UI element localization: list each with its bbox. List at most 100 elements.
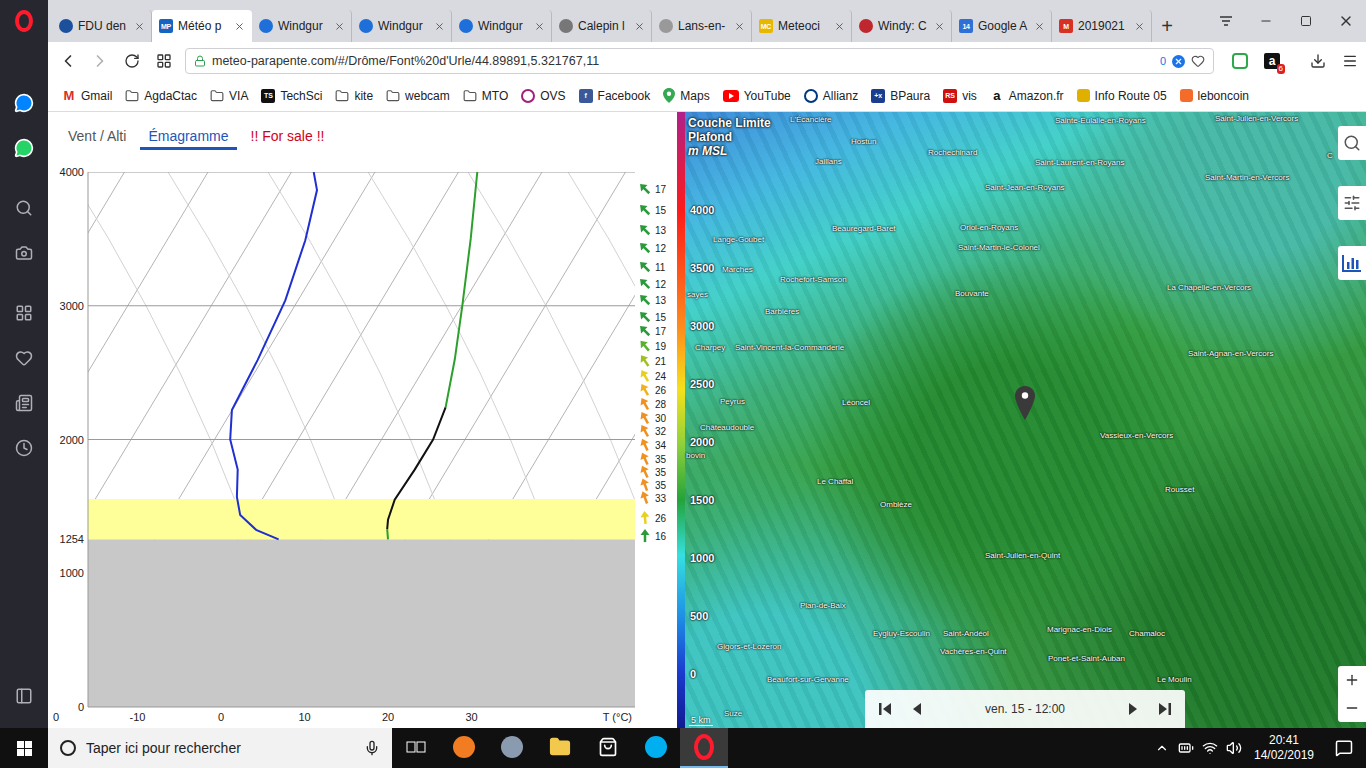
step-back-icon[interactable] (908, 702, 924, 716)
close-icon[interactable] (334, 21, 345, 32)
search-button[interactable] (0, 185, 48, 230)
sidebar-toggle[interactable] (0, 673, 48, 718)
step-forward-icon[interactable] (1126, 702, 1142, 716)
close-icon[interactable] (434, 21, 445, 32)
map[interactable]: 40003500300025002000150010005000L'Écanci… (677, 112, 1366, 728)
browser-tab[interactable]: 14Google A (952, 10, 1052, 42)
bookmark[interactable]: leboncoin (1180, 89, 1249, 103)
task-view-button[interactable] (392, 728, 440, 768)
close-icon[interactable] (534, 21, 545, 32)
close-icon[interactable] (934, 21, 945, 32)
page-tab[interactable]: !! For sale !! (243, 124, 333, 150)
first-step-button[interactable] (875, 698, 897, 720)
bookmark[interactable]: MTO (463, 89, 508, 103)
amazon-extension[interactable]: a6 (1256, 45, 1288, 77)
close-icon[interactable] (1134, 21, 1145, 32)
maximize-button[interactable] (1286, 0, 1326, 42)
close-icon[interactable] (1034, 21, 1045, 32)
tray-expand[interactable] (1150, 728, 1174, 768)
skip-last-icon[interactable] (1156, 702, 1172, 716)
news-button[interactable] (0, 380, 48, 425)
taskbar-search[interactable]: Taper ici pour rechercher (48, 728, 392, 768)
bookmark[interactable]: OVS (521, 89, 565, 103)
snapshot-button[interactable] (0, 230, 48, 275)
bookmark[interactable]: AgdaCtac (125, 89, 197, 103)
bookmark[interactable]: kite (335, 89, 373, 103)
browser-tab[interactable]: Lans-en- (652, 10, 752, 42)
easy-setup-button[interactable] (1334, 45, 1366, 77)
browser-tab[interactable]: MCMeteoci (752, 10, 852, 42)
speed-dial-button[interactable] (148, 45, 180, 77)
extension-button[interactable] (1224, 45, 1256, 77)
volume-indicator[interactable] (1222, 728, 1246, 768)
back-button[interactable] (52, 45, 84, 77)
app-button[interactable] (488, 728, 536, 768)
browser-tab[interactable]: FDU den (52, 10, 152, 42)
opera-app[interactable] (680, 728, 728, 768)
firefox-app[interactable] (440, 728, 488, 768)
network-indicator[interactable] (1198, 728, 1222, 768)
heart-icon[interactable] (1191, 54, 1205, 68)
bookmark[interactable]: Info Route 05 (1077, 89, 1167, 103)
mic-icon[interactable] (364, 740, 380, 756)
opera-logo[interactable] (0, 0, 48, 42)
browser-tab[interactable]: Calepin l (552, 10, 652, 42)
prev-step-button[interactable] (905, 698, 927, 720)
whatsapp-button[interactable] (0, 125, 48, 170)
map-search-button[interactable] (1338, 126, 1366, 160)
bookmark[interactable]: YouTube (723, 89, 791, 103)
zoom-out-button[interactable] (1338, 694, 1366, 722)
bookmark[interactable]: Maps (663, 88, 709, 103)
address-field[interactable]: meteo-parapente.com/#/Drôme/Font%20d'Url… (185, 48, 1214, 74)
browser-tab[interactable]: Windgur (452, 10, 552, 42)
skip-first-icon[interactable] (878, 702, 894, 716)
page-tab[interactable]: Vent / Alti (60, 124, 134, 150)
bookmark[interactable]: Allianz (804, 89, 858, 103)
history-button[interactable] (0, 425, 48, 470)
bookmark[interactable]: webcam (386, 89, 450, 103)
close-icon[interactable] (834, 21, 845, 32)
bookmark[interactable]: +xBPaura (871, 89, 930, 103)
adblock-icon[interactable] (1172, 55, 1185, 68)
map-settings-button[interactable] (1338, 186, 1366, 220)
browser-tab[interactable]: M2019021 (1052, 10, 1152, 42)
close-icon[interactable] (234, 21, 245, 32)
browser-tab[interactable]: Windy: C (852, 10, 952, 42)
forward-button[interactable] (84, 45, 116, 77)
bookmarks-button[interactable] (0, 335, 48, 380)
skype-app[interactable] (632, 728, 680, 768)
bookmark[interactable]: TSTechSci (261, 89, 322, 103)
start-button[interactable] (0, 728, 48, 768)
reload-button[interactable] (116, 45, 148, 77)
messenger-button[interactable] (0, 80, 48, 125)
browser-tab[interactable]: Windgur (352, 10, 452, 42)
bookmark[interactable]: VIA (210, 89, 248, 103)
speed-dial-button[interactable] (0, 290, 48, 335)
next-step-button[interactable] (1123, 698, 1145, 720)
taskbar-clock[interactable]: 20:4114/02/2019 (1246, 733, 1322, 763)
close-button[interactable] (1326, 0, 1366, 42)
new-tab-button[interactable]: + (1152, 10, 1182, 42)
bookmark[interactable]: fFacebook (579, 89, 651, 103)
close-icon[interactable] (134, 21, 145, 32)
browser-tab[interactable]: Windgur (252, 10, 352, 42)
notifications-button[interactable] (1322, 728, 1366, 768)
bookmark[interactable]: RSvis (943, 89, 977, 103)
tab-menu-button[interactable] (1206, 0, 1246, 42)
place-label: Marches (722, 265, 753, 275)
map-chart-button[interactable] (1338, 246, 1366, 280)
store-app[interactable] (584, 728, 632, 768)
zoom-in-button[interactable] (1338, 666, 1366, 694)
last-step-button[interactable] (1153, 698, 1175, 720)
bookmark[interactable]: MGmail (62, 89, 112, 103)
browser-tab[interactable]: MPMétéo p (152, 10, 252, 42)
bookmark[interactable]: aAmazon.fr (990, 89, 1064, 103)
location-pin[interactable] (1015, 386, 1035, 420)
page-tab[interactable]: Émagramme (140, 124, 236, 150)
explorer-app[interactable] (536, 728, 584, 768)
close-icon[interactable] (734, 21, 745, 32)
minimize-button[interactable] (1246, 0, 1286, 42)
battery-indicator[interactable] (1174, 728, 1198, 768)
close-icon[interactable] (634, 21, 645, 32)
downloads-button[interactable] (1302, 45, 1334, 77)
